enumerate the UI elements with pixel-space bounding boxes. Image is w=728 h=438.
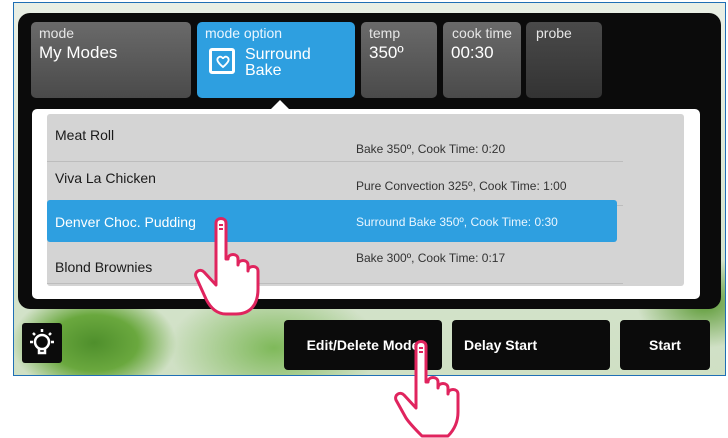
tab-mode-label: mode [39, 25, 75, 41]
tab-mode[interactable]: mode My Modes [31, 22, 191, 98]
tab-mode-option-label: mode option [205, 25, 283, 41]
recipe-name: Viva La Chicken [55, 170, 156, 186]
recipe-detail: Pure Convection 325º, Cook Time: 1:00 [356, 179, 567, 193]
pointing-hand-icon [194, 217, 260, 316]
light-button[interactable] [22, 323, 62, 363]
tab-mode-option-value: Surround Bake [245, 46, 311, 79]
list-item[interactable]: Meat Roll Bake 350º, Cook Time: 0:20 [47, 118, 623, 162]
tab-cook-time-value: 00:30 [451, 43, 494, 62]
tab-temp-label: temp [369, 25, 401, 41]
list-item[interactable]: Blond Brownies Bake 300º, Cook Time: 0:1… [47, 246, 623, 284]
list-item-selected[interactable]: Denver Choc. Pudding Surround Bake 350º,… [47, 200, 617, 242]
recipe-name: Denver Choc. Pudding [55, 214, 196, 230]
surround-bake-icon [209, 48, 235, 74]
recipe-detail: Surround Bake 350º, Cook Time: 0:30 [356, 215, 558, 229]
recipe-detail: Bake 350º, Cook Time: 0:20 [356, 142, 506, 156]
tab-temp[interactable]: temp 350º [361, 22, 437, 98]
tab-cook-time-label: cook time [452, 25, 512, 41]
light-bulb-icon [30, 329, 54, 355]
delay-start-button[interactable]: Delay Start [452, 320, 610, 370]
tab-mode-option[interactable]: mode option Surround Bake [197, 22, 355, 98]
tab-probe[interactable]: probe [526, 22, 602, 98]
tab-cook-time[interactable]: cook time 00:30 [443, 22, 521, 98]
start-button[interactable]: Start [620, 320, 710, 370]
tab-probe-label: probe [536, 25, 572, 41]
row-divider [47, 283, 623, 284]
recipe-name: Meat Roll [55, 127, 115, 143]
recipe-detail: Bake 300º, Cook Time: 0:17 [356, 251, 506, 265]
recipe-name: Blond Brownies [55, 259, 153, 275]
pointing-hand-icon [394, 340, 460, 438]
tab-temp-value: 350º [369, 43, 404, 62]
tab-mode-value: My Modes [39, 43, 118, 62]
